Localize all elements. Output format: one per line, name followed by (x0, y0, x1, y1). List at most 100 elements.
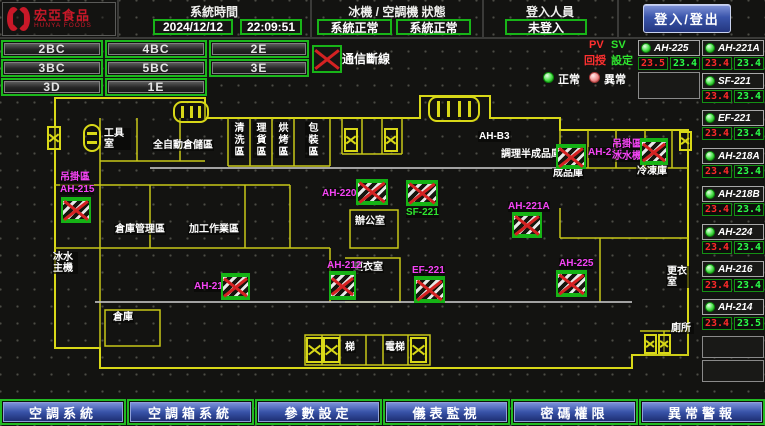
unit-box-ah-214[interactable]: AH-214 (702, 299, 764, 315)
ahu-label-ah-221a: AH-221A (508, 201, 550, 212)
ahu-icon-ah-225[interactable] (556, 270, 587, 297)
brand-name: 宏亞食品 (34, 9, 92, 22)
brand-logo: 宏亞食品 HUNYA FOODS (2, 2, 116, 36)
unit-led-icon (705, 227, 715, 237)
unit-pv-value: 23.4 (702, 90, 732, 103)
unit-pv-value: 23.4 (702, 127, 732, 140)
unit-led-icon (705, 113, 715, 123)
login-user-label: 登入人員 (486, 3, 614, 20)
abnormal-label: 異常 (604, 71, 626, 87)
ahu-icon-ah-213[interactable] (221, 273, 250, 300)
shaft-x-icon (410, 337, 427, 363)
ahu-icon-ah-212[interactable] (329, 271, 356, 300)
header-divider (482, 0, 484, 38)
menu-frame: 異常警報 (639, 399, 765, 425)
room-label-warehouse: 倉庫 (112, 312, 134, 323)
floor-button-5bc[interactable]: 5BC (108, 62, 204, 74)
shaft-x-icon (384, 128, 398, 152)
unit-pv-value: 23.4 (702, 165, 732, 178)
floor-button-3bc[interactable]: 3BC (4, 62, 100, 74)
unit-led-icon (705, 264, 715, 274)
floor-button-frame: 3E (209, 59, 309, 77)
ahu-icon-sf-221[interactable] (406, 180, 438, 206)
menu-button-alarm[interactable]: 異常警報 (642, 402, 762, 422)
unit-box-ah-216[interactable]: AH-216 (702, 261, 764, 277)
menu-button-parameter-settings[interactable]: 參數設定 (258, 402, 379, 422)
room-label-v4: 包裝區 (305, 122, 318, 158)
ahu-label-chiller: 冰水機 (612, 151, 642, 162)
abnormal-led-icon (589, 72, 600, 83)
ahu-status-value: 系統正常 (396, 19, 471, 35)
ahu-area-label: 吊掛區 (612, 139, 642, 150)
floor-button-2e[interactable]: 2E (212, 43, 306, 55)
room-label-office: 辦公室 (354, 216, 386, 227)
unit-box-ef-221[interactable]: EF-221 (702, 110, 764, 126)
empty-unit-slot (638, 72, 700, 99)
floor-button-3e[interactable]: 3E (212, 62, 306, 74)
header-bottom-line (0, 37, 765, 39)
header-divider (617, 0, 619, 38)
unit-box-ah-218a[interactable]: AH-218A (702, 148, 764, 164)
ahu-label-ah-212: AH-212 (327, 260, 361, 271)
shaft-x-icon (47, 126, 61, 150)
unit-led-icon (705, 189, 715, 199)
unit-sv-value: 23.4 (734, 57, 764, 70)
room-label-chiller-room: 冰水主機 (52, 252, 78, 274)
unit-box-ah-221a[interactable]: AH-221A (702, 40, 764, 56)
sv-name-label: 設定 (611, 52, 633, 68)
unit-led-icon (705, 43, 715, 53)
unit-sv-value: 23.4 (734, 279, 764, 292)
system-time-value: 22:09:51 (240, 19, 302, 35)
ahu-icon-ef-221[interactable] (414, 276, 445, 303)
room-label-freezer: 冷凍庫 (636, 166, 668, 177)
ahu-label-ah-225: AH-225 (559, 258, 593, 269)
hmi-screen: 宏亞食品 HUNYA FOODS 系統時間 2024/12/12 22:09:5… (0, 0, 765, 426)
sv-abbr-label: SV (611, 39, 626, 51)
room-label-v3: 烘烤區 (275, 122, 288, 158)
ahu-icon-chiller[interactable] (640, 138, 668, 165)
room-label-elevator: 電梯 (384, 342, 406, 353)
menu-frame: 空調箱系統 (127, 399, 254, 425)
ahu-icon-ah-221a[interactable] (512, 212, 542, 238)
unit-box-ah-218b[interactable]: AH-218B (702, 186, 764, 202)
stairs-icon (83, 124, 101, 152)
floor-button-4bc[interactable]: 4BC (108, 43, 204, 55)
floor-button-2bc[interactable]: 2BC (4, 43, 100, 55)
unit-sv-value: 23.4 (670, 57, 700, 70)
unit-sv-value: 23.4 (734, 241, 764, 254)
floor-button-frame: 2E (209, 40, 309, 58)
unit-led-icon (705, 76, 715, 86)
chiller-status-value: 系統正常 (317, 19, 392, 35)
room-label-semi-product: 調理半成品庫 (500, 149, 562, 160)
header-divider (310, 0, 312, 38)
unit-led-icon (705, 302, 715, 312)
logo-arc-icon (17, 7, 30, 31)
room-label-warehouse-mgmt: 倉庫管理區 (114, 224, 166, 235)
ahu-icon-ah-215[interactable] (61, 197, 91, 223)
menu-button-password-auth[interactable]: 密碼權限 (514, 402, 635, 422)
login-logout-button[interactable]: 登入/登出 (643, 4, 731, 33)
login-state-value: 未登入 (505, 19, 587, 35)
unit-pv-value: 23.4 (702, 203, 732, 216)
menu-button-meter-monitor[interactable]: 儀表監視 (386, 402, 507, 422)
machine-status-label: 冰機 / 空調機 狀態 (314, 3, 480, 20)
menu-button-ahu-system[interactable]: 空調箱系統 (130, 402, 251, 422)
ahu-icon-ah-220a[interactable] (356, 179, 388, 205)
unit-box-ah-224[interactable]: AH-224 (702, 224, 764, 240)
unit-led-icon (705, 151, 715, 161)
room-label-v1: 清洗區 (231, 122, 244, 158)
room-label-v2: 理貨區 (253, 122, 266, 158)
shaft-x-icon (644, 334, 657, 354)
shaft-x-icon (658, 334, 671, 354)
menu-button-ac-system[interactable]: 空調系統 (3, 402, 123, 422)
ahu-label-sf-221: SF-221 (406, 207, 439, 218)
menu-frame: 密碼權限 (511, 399, 638, 425)
system-date-value: 2024/12/12 (153, 19, 233, 35)
ahu-icon-ah-214[interactable] (556, 144, 586, 169)
unit-box-ah-225[interactable]: AH-225 (638, 40, 700, 56)
unit-box-sf-221[interactable]: SF-221 (702, 73, 764, 89)
ahu-label-ef-221: EF-221 (412, 265, 445, 276)
floor-button-frame: 5BC (105, 59, 207, 77)
unit-sv-value: 23.5 (734, 317, 764, 330)
empty-unit-slot (702, 336, 764, 358)
